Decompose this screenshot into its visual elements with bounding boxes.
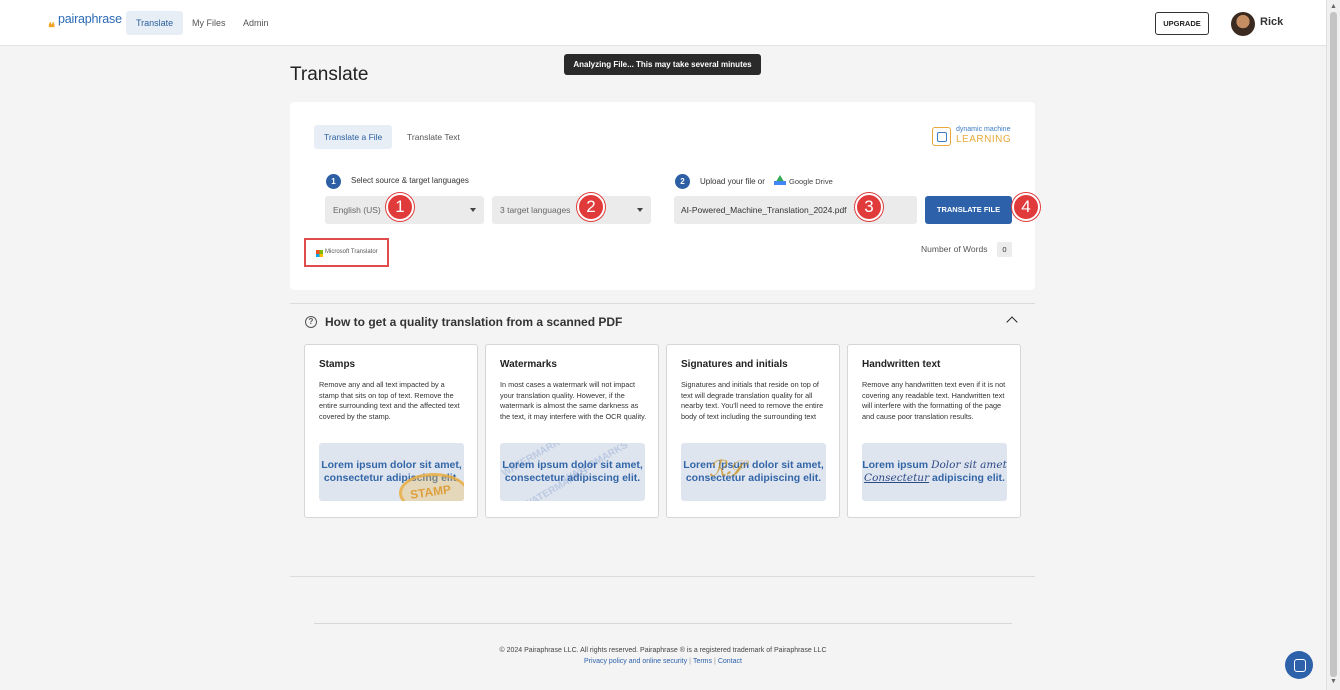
top-navbar: ❝ pairaphrase Translate My Files Admin U… — [0, 0, 1326, 46]
target-languages-select[interactable]: 3 target languages — [492, 196, 651, 224]
tip-title: Handwritten text — [862, 359, 941, 370]
tip-card-watermarks: Watermarks In most cases a watermark wil… — [485, 344, 659, 518]
chevron-down-icon — [637, 208, 643, 212]
handwritten-sample-image: Lorem ipsum Dolor sit amet Consectetur a… — [862, 443, 1007, 501]
section-divider — [290, 303, 1035, 304]
user-name[interactable]: Rick — [1260, 16, 1283, 28]
microsoft-translator-label: Microsoft Translator — [325, 249, 378, 255]
handwritten-text-2: Consectetur — [864, 471, 930, 484]
sample-text: Lorem ipsum dolor sit amet, consectetur … — [683, 459, 824, 484]
callout-badge-4: 4 — [1012, 193, 1040, 221]
terms-link[interactable]: Terms — [693, 658, 712, 665]
tip-description: Signatures and initials that reside on t… — [681, 380, 824, 421]
scroll-down-icon[interactable]: ▼ — [1330, 678, 1337, 685]
nav-translate[interactable]: Translate — [126, 11, 184, 35]
sample-text-a: Lorem ipsum — [862, 459, 929, 471]
chip-icon — [932, 127, 951, 146]
tip-title: Stamps — [319, 359, 356, 370]
tip-title: Signatures and initials — [681, 359, 788, 370]
chevron-down-icon — [470, 208, 476, 212]
logo-text: pairaphrase — [58, 12, 122, 26]
microsoft-logo-icon — [316, 250, 323, 257]
stamp-sample-image: Lorem ipsum dolor sit amet, consectetur … — [319, 443, 464, 501]
sample-text: Lorem ipsum dolor sit amet, consectetur … — [502, 459, 643, 484]
handwritten-text-1: Dolor sit amet — [931, 459, 1007, 471]
tip-description: Remove any and all text impacted by a st… — [319, 380, 460, 421]
target-languages-value: 3 target languages — [500, 205, 571, 215]
signature-graphic: ℛ𝒮 — [709, 457, 744, 482]
sample-text-b: adipiscing elit. — [932, 471, 1005, 484]
quote-icon: ❝ — [48, 21, 55, 36]
copyright-text: © 2024 Pairaphrase LLC. All rights reser… — [499, 647, 827, 654]
translate-file-button[interactable]: TRANSLATE FILE — [925, 196, 1012, 224]
footer-divider — [314, 623, 1012, 624]
pairaphrase-logo[interactable]: ❝ pairaphrase — [48, 12, 122, 36]
callout-badge-3: 3 — [855, 193, 883, 221]
help-circle-icon: ? — [305, 316, 317, 328]
tip-description: Remove any handwritten text even if it i… — [862, 380, 1006, 421]
dml-small-text: dynamic machine — [956, 126, 1011, 133]
tip-description: In most cases a watermark will not impac… — [500, 380, 647, 421]
tip-card-stamps: Stamps Remove any and all text impacted … — [304, 344, 478, 518]
callout-badge-1: 1 — [386, 193, 414, 221]
chat-bubble-icon[interactable] — [1285, 651, 1313, 679]
howto-title[interactable]: How to get a quality translation from a … — [325, 315, 622, 329]
chevron-up-icon[interactable] — [1006, 316, 1018, 328]
tip-card-signatures: Signatures and initials Signatures and i… — [666, 344, 840, 518]
tab-translate-file[interactable]: Translate a File — [314, 125, 393, 149]
sample-text: Lorem ipsum Dolor sit amet Consectetur a… — [862, 459, 1007, 484]
step-1-badge: 1 — [326, 174, 341, 189]
analyzing-toast: Analyzing File... This may take several … — [564, 54, 761, 75]
tip-title: Watermarks — [500, 359, 557, 370]
contact-link[interactable]: Contact — [718, 658, 742, 665]
nav-admin[interactable]: Admin — [233, 11, 279, 35]
callout-badge-2: 2 — [577, 193, 605, 221]
google-drive-icon — [774, 175, 786, 185]
upgrade-button[interactable]: UPGRADE — [1155, 12, 1209, 35]
tip-card-handwritten: Handwritten text Remove any handwritten … — [847, 344, 1021, 518]
watermark-sample-image: WATERMARKS WATERMARKS WATERMARKS Lorem i… — [500, 443, 645, 501]
step-2-badge: 2 — [675, 174, 690, 189]
privacy-link[interactable]: Privacy policy and online security — [584, 658, 687, 665]
dynamic-machine-learning-logo: dynamic machine LEARNING — [932, 124, 1014, 150]
translate-card: Translate a File Translate Text dynamic … — [290, 102, 1040, 290]
page-scrollbar[interactable]: ▲ ▼ — [1326, 0, 1340, 690]
google-drive-label: Google Drive — [789, 177, 833, 186]
microsoft-translator-badge: Microsoft Translator — [304, 238, 389, 267]
avatar[interactable] — [1231, 12, 1255, 36]
word-count-label: Number of Words — [921, 244, 988, 254]
scroll-up-icon[interactable]: ▲ — [1330, 3, 1337, 10]
source-language-value: English (US) — [333, 205, 381, 215]
step-1-label: Select source & target languages — [351, 176, 469, 185]
signature-sample-image: Lorem ipsum dolor sit amet, consectetur … — [681, 443, 826, 501]
tab-translate-text[interactable]: Translate Text — [397, 125, 470, 149]
word-count-value: 0 — [997, 242, 1012, 257]
step-2-label: Upload your file or — [700, 177, 765, 186]
nav-my-files[interactable]: My Files — [182, 11, 236, 35]
dml-big-text: LEARNING — [956, 134, 1012, 145]
section-divider — [290, 576, 1035, 577]
scroll-thumb[interactable] — [1330, 12, 1337, 677]
footer-links: Privacy policy and online security | Terms… — [0, 658, 1326, 665]
google-drive-link[interactable]: Google Drive — [774, 175, 834, 187]
page-title: Translate — [290, 64, 369, 85]
